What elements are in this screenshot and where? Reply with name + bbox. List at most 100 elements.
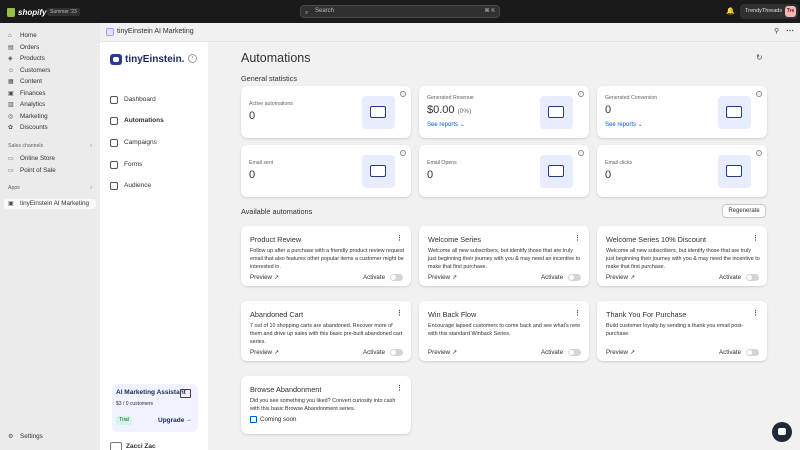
- store-name: TrendyThreads: [745, 8, 783, 14]
- app-nav-label: Audience: [124, 182, 152, 189]
- external-link-icon[interactable]: ↗: [274, 274, 279, 281]
- activate-toggle[interactable]: [746, 274, 759, 281]
- stat-label: Active automations: [249, 101, 293, 107]
- apps-header[interactable]: Apps ›: [4, 184, 96, 193]
- automation-illustration-icon: [362, 96, 395, 129]
- chevron-right-icon: ›: [90, 143, 92, 149]
- nav-item-point-of-sale[interactable]: ▭ Point of Sale: [4, 166, 96, 176]
- nav-item-online-store[interactable]: ▭ Online Store: [4, 154, 96, 164]
- nav-item-orders[interactable]: ▤ Orders: [4, 43, 96, 53]
- app-nav-automations[interactable]: Automations: [110, 116, 164, 126]
- info-icon[interactable]: i: [578, 150, 584, 156]
- more-icon[interactable]: ⋮: [752, 234, 759, 242]
- nav-item-content[interactable]: ▦ Content: [4, 77, 96, 87]
- info-icon[interactable]: i: [578, 91, 584, 97]
- automation-title: Browse Abandonment: [250, 385, 322, 394]
- nav-item-home[interactable]: ⌂ Home: [4, 31, 96, 41]
- refresh-icon[interactable]: ↻: [756, 53, 763, 62]
- preview-link[interactable]: Preview: [250, 274, 272, 281]
- external-link-icon[interactable]: ↗: [274, 349, 279, 356]
- info-icon[interactable]: i: [756, 150, 762, 156]
- checkbox-icon: [250, 416, 257, 423]
- activate-toggle[interactable]: [746, 349, 759, 356]
- app-nav-forms[interactable]: Forms: [110, 160, 142, 170]
- nav-label: Settings: [20, 433, 43, 440]
- activate-toggle[interactable]: [390, 274, 403, 281]
- activate-toggle[interactable]: [568, 349, 581, 356]
- email-clicks-illustration-icon: [718, 155, 751, 188]
- dashboard-icon: [110, 96, 118, 104]
- chat-icon[interactable]: [772, 422, 792, 442]
- more-icon[interactable]: ⋮: [396, 309, 403, 317]
- nav-item-marketing[interactable]: ◎ Marketing: [4, 112, 96, 122]
- analytics-icon: ▥: [8, 102, 14, 108]
- info-icon[interactable]: i: [756, 91, 762, 97]
- info-icon[interactable]: i: [400, 91, 406, 97]
- automation-card-product-review: Product Review ⋮ Follow up after a purch…: [241, 226, 411, 286]
- nav-item-finances[interactable]: ▣ Finances: [4, 89, 96, 99]
- nav-item-customers[interactable]: ☺ Customers: [4, 66, 96, 76]
- regenerate-button[interactable]: Regenerate: [722, 204, 766, 218]
- more-icon[interactable]: ⋮: [396, 234, 403, 242]
- activate-toggle[interactable]: [390, 349, 403, 356]
- more-icon[interactable]: ⋮: [752, 309, 759, 317]
- app-nav-audience[interactable]: Audience: [110, 181, 151, 191]
- activate-label: Activate: [363, 349, 386, 356]
- see-reports-link[interactable]: See reports ⌄: [427, 121, 465, 128]
- nav-label: Orders: [20, 43, 40, 51]
- more-icon[interactable]: ⋯: [786, 26, 794, 35]
- more-icon[interactable]: ⋮: [574, 234, 581, 242]
- preview-link[interactable]: Preview: [428, 349, 450, 356]
- more-icon[interactable]: ⋮: [396, 384, 403, 392]
- stat-card-generated-revenue: Generated Revenue $0.00 (0%) See reports…: [419, 86, 589, 138]
- app-nav-label: Campaigns: [124, 139, 157, 146]
- preview-link[interactable]: Preview: [428, 274, 450, 281]
- nav-label: Discounts: [20, 124, 48, 131]
- external-link-icon[interactable]: ↗: [452, 349, 457, 356]
- stat-card-email-sent: Email sent 0 i: [241, 145, 411, 197]
- nav-item-analytics[interactable]: ▥ Analytics: [4, 100, 96, 110]
- shopify-bag-icon: [7, 7, 15, 17]
- stat-value: 0: [605, 104, 612, 116]
- chevron-right-icon: ›: [90, 185, 92, 191]
- more-icon[interactable]: ⋮: [574, 309, 581, 317]
- nav-item-discounts[interactable]: ✿ Discounts: [4, 123, 96, 133]
- forms-icon: [110, 160, 118, 169]
- automation-title: Win Back Flow: [428, 310, 477, 319]
- external-link-icon[interactable]: ↗: [630, 274, 635, 281]
- nav-label: Finances: [20, 89, 46, 97]
- pin-icon[interactable]: ⚲: [774, 27, 779, 35]
- preview-link[interactable]: Preview: [606, 274, 628, 281]
- shopify-logo[interactable]: shopify: [7, 6, 46, 18]
- app-nav-campaigns[interactable]: Campaigns: [110, 138, 157, 148]
- activate-label: Activate: [363, 274, 386, 281]
- nav-label: Online Store: [20, 155, 56, 162]
- user-profile[interactable]: Zacci Zac: [110, 442, 156, 450]
- store-menu[interactable]: TrendyThreads Tre: [740, 4, 798, 19]
- automation-description: Did you see something you liked? Convert…: [250, 398, 396, 412]
- upgrade-link[interactable]: Upgrade: [158, 417, 184, 424]
- collapse-icon[interactable]: ‹: [188, 54, 197, 63]
- preview-link[interactable]: Preview: [606, 349, 628, 356]
- search-bar[interactable]: ⌕ Search ⌘ K: [300, 5, 500, 18]
- see-reports-link[interactable]: See reports ⌄: [605, 121, 643, 128]
- external-link-icon[interactable]: ↗: [452, 274, 457, 281]
- external-link-icon[interactable]: ↗: [630, 349, 635, 356]
- activate-label: Activate: [541, 349, 564, 356]
- preview-link[interactable]: Preview: [250, 349, 272, 356]
- nav-item-products[interactable]: ◈ Products: [4, 54, 96, 64]
- app-title: tinyEinstein AI Marketing: [117, 28, 194, 35]
- search-placeholder: Search: [315, 8, 335, 14]
- revenue-illustration-icon: [540, 96, 573, 129]
- info-icon[interactable]: i: [400, 150, 406, 156]
- activate-toggle[interactable]: [568, 274, 581, 281]
- products-icon: ◈: [8, 56, 13, 62]
- stat-label: Email Opens: [427, 160, 457, 166]
- nav-item-tinyeinstein[interactable]: ▣ tinyEinstein AI Marketing: [4, 199, 96, 209]
- sales-channels-header[interactable]: Sales channels ›: [4, 142, 96, 151]
- pos-icon: ▭: [8, 167, 14, 174]
- nav-item-settings[interactable]: ⚙ Settings: [4, 432, 96, 442]
- bell-icon[interactable]: 🔔: [726, 7, 735, 15]
- app-nav-dashboard[interactable]: Dashboard: [110, 95, 156, 105]
- ai-assistant-card: AI Marketing Assistant $3 / 0 customers …: [112, 384, 198, 432]
